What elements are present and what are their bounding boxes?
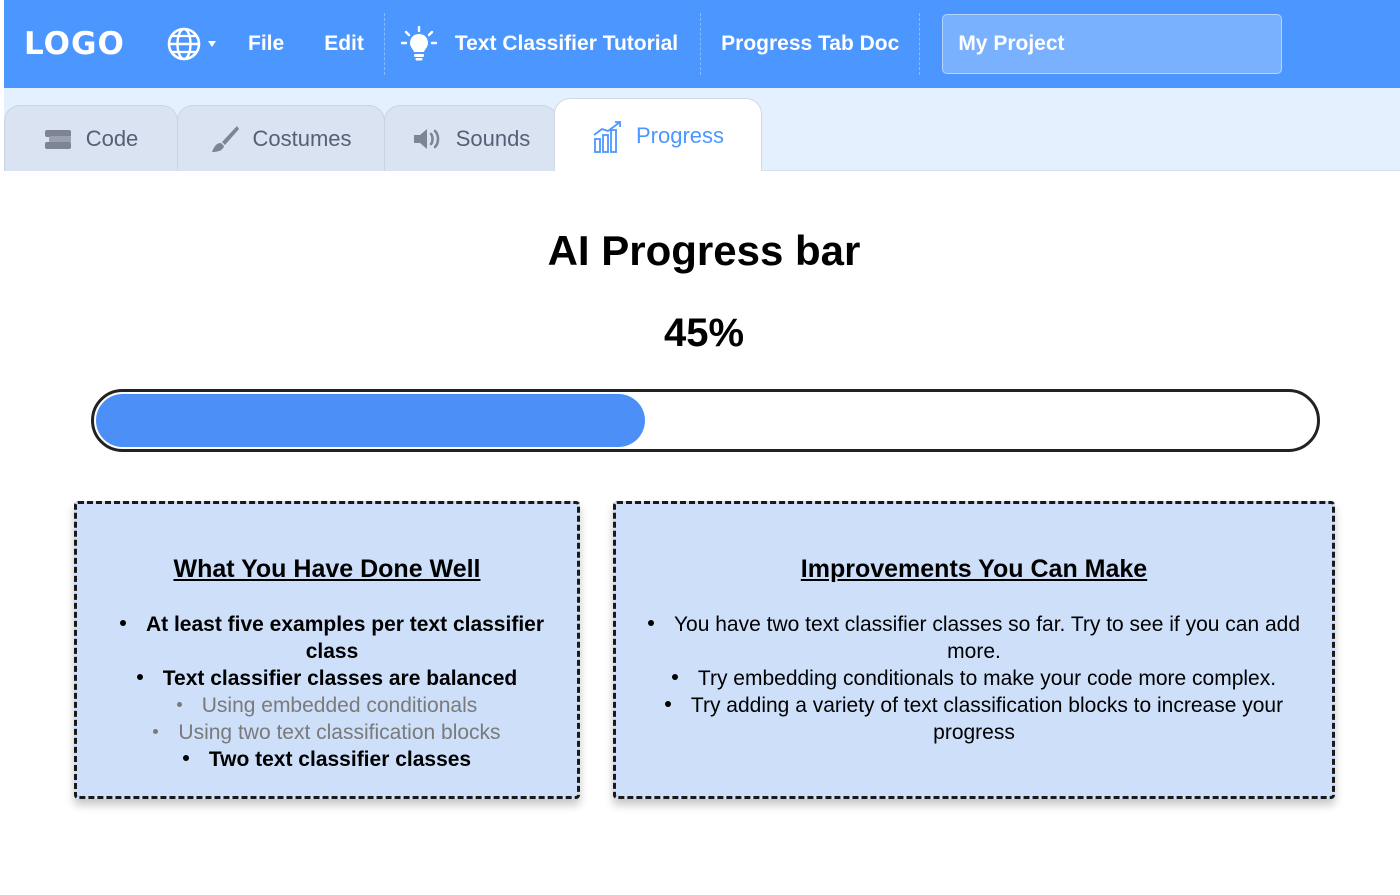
list-item: Using embedded conditionals	[77, 692, 577, 719]
file-menu[interactable]: File	[228, 0, 304, 88]
improvements-card: Improvements You Can Make You have two t…	[613, 501, 1335, 799]
menu-divider	[919, 13, 921, 75]
logo[interactable]: LOGO	[24, 26, 154, 62]
project-title-input[interactable]: My Project	[942, 14, 1283, 74]
tab-label: Code	[85, 125, 139, 151]
tab-progress[interactable]: Progress	[554, 98, 762, 172]
language-menu[interactable]	[166, 24, 228, 64]
improvements-list: You have two text classifier classes so …	[616, 611, 1332, 746]
tab-code[interactable]: Code	[4, 105, 178, 171]
tab-label: Sounds	[455, 125, 531, 151]
tab-costumes[interactable]: Costumes	[177, 105, 385, 171]
lightbulb-icon	[400, 26, 437, 62]
done-well-title: What You Have Done Well	[173, 555, 481, 583]
list-item: Try embedding conditionals to make your …	[616, 665, 1332, 692]
list-item: You have two text classifier classes so …	[616, 611, 1332, 665]
paintbrush-icon	[210, 124, 240, 154]
page-title: AI Progress bar	[547, 227, 861, 274]
progress-doc-link[interactable]: Progress Tab Doc	[701, 0, 919, 88]
list-item: At least five examples per text classifi…	[77, 611, 577, 665]
done-well-list: At least five examples per text classifi…	[77, 611, 577, 773]
app-window: LOGO File Edit Text Classifier Tutorial …	[0, 0, 1400, 895]
done-well-card: What You Have Done Well At least five ex…	[74, 501, 580, 799]
code-blocks-icon	[44, 127, 74, 151]
menu-bar: LOGO File Edit Text Classifier Tutorial …	[4, 0, 1400, 88]
tab-sounds[interactable]: Sounds	[384, 105, 558, 171]
progress-bar-fill	[96, 394, 645, 447]
improvements-title: Improvements You Can Make	[800, 555, 1148, 583]
list-item: Two text classifier classes	[77, 746, 577, 773]
list-item: Try adding a variety of text classificat…	[616, 692, 1332, 746]
progress-bar	[91, 389, 1320, 452]
tab-label: Progress	[635, 122, 725, 148]
bar-chart-icon	[592, 119, 624, 153]
speaker-icon	[412, 126, 444, 152]
list-item: Using two text classification blocks	[77, 719, 577, 746]
tab-label: Costumes	[252, 125, 352, 151]
tutorial-button[interactable]: Text Classifier Tutorial	[385, 0, 700, 88]
progress-panel: AI Progress bar 45% What You Have Done W…	[4, 171, 1400, 895]
tutorial-label: Text Classifier Tutorial	[454, 32, 679, 55]
edit-menu[interactable]: Edit	[304, 0, 384, 88]
list-item: Text classifier classes are balanced	[77, 665, 577, 692]
globe-icon	[167, 27, 216, 61]
progress-percent: 45%	[663, 311, 745, 355]
tab-strip: Code Costumes Sounds Progress	[4, 88, 1400, 172]
